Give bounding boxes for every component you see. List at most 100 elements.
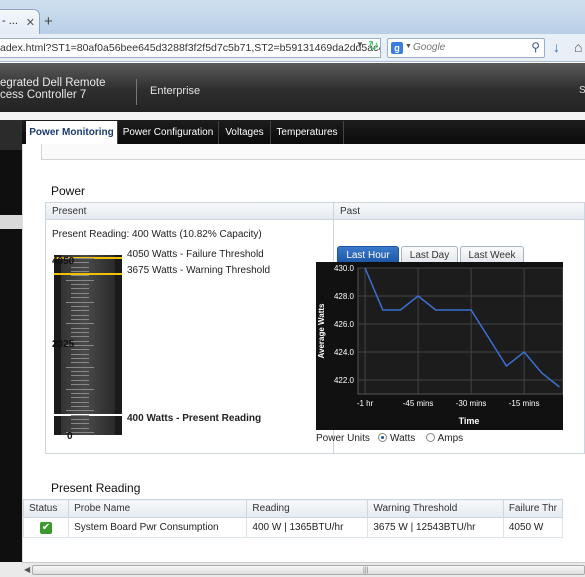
license-edition: Enterprise (150, 85, 201, 97)
gauge-tick (71, 423, 89, 425)
header-gap (0, 112, 585, 120)
brand-line-2: cess Controller 7 (0, 89, 87, 101)
section-title-present-reading: Present Reading (51, 481, 141, 495)
section-title-power: Power (51, 184, 86, 198)
chevron-down-icon[interactable]: ▼ (405, 43, 412, 50)
browser-tab-title: - ... (2, 15, 18, 27)
gauge-tick (71, 397, 89, 399)
browser-tab-bar: - ... ✕ + (0, 0, 585, 35)
address-bar[interactable]: adex.html?ST1=80af0a56bee645d3288f3f2f5d… (0, 38, 381, 58)
gauge-mid-label: 2025 (52, 339, 75, 350)
header-divider (136, 79, 137, 105)
tab-voltages[interactable]: Voltages (219, 121, 271, 144)
gauge-tick (71, 405, 89, 407)
radio-amps[interactable] (426, 433, 436, 442)
past-panel-header: Past (334, 203, 584, 220)
gauge-min-label: 0 (67, 431, 73, 442)
page-tabs: Power Monitoring Power Configuration Vol… (22, 120, 585, 144)
scroll-left-icon[interactable]: ◀ (24, 565, 30, 574)
gauge-max-label: 4050 (52, 256, 75, 267)
browser-tab[interactable]: - ... ✕ (0, 9, 40, 35)
power-units: Power Units Watts Amps (316, 433, 463, 444)
home-icon[interactable]: ⌂ (574, 39, 582, 55)
tab-last-hour[interactable]: Last Hour (337, 246, 399, 263)
chevron-down-icon[interactable]: ▼ (356, 40, 364, 49)
tab-power-monitoring[interactable]: Power Monitoring (26, 121, 118, 144)
gauge-tick (66, 279, 94, 281)
status-ok-icon: ✔ (40, 521, 53, 534)
x-tick-label: -1 hr (357, 399, 374, 408)
table-header-row: Status Probe Name Reading Warning Thresh… (22, 499, 564, 518)
column-header: Failure Thr (502, 499, 564, 518)
gauge-tick (71, 297, 89, 299)
grip-icon: ||| (363, 567, 369, 574)
warning-threshold-cell: 3675 W | 12543BTU/hr (367, 517, 504, 538)
x-tick-label: -30 mins (456, 399, 487, 408)
close-icon[interactable]: ✕ (26, 16, 35, 29)
radio-watts-label: Watts (390, 433, 416, 444)
tree-selected-item[interactable] (0, 215, 22, 229)
scrollbar-thumb[interactable]: ||| (32, 565, 585, 575)
scrollbar-corner (0, 562, 22, 577)
status-cell: ✔ (22, 517, 70, 538)
gauge-tick (66, 410, 94, 412)
y-tick-label: 426.0 (334, 320, 355, 329)
tab-temperatures[interactable]: Temperatures (271, 121, 344, 144)
header-right-text: S (579, 85, 585, 96)
x-axis-title: Time (459, 416, 480, 426)
warning-threshold-label: 3675 Watts - Warning Threshold (127, 265, 271, 276)
y-tick-label: 428.0 (334, 292, 355, 301)
chart-svg: 430.0 428.0 426.0 424.0 422.0 -1 hr -45 mins -3… (317, 264, 564, 426)
new-tab-button[interactable]: + (44, 13, 53, 30)
gauge-tick (71, 318, 89, 320)
probe-name-cell: System Board Pwr Consumption (68, 517, 248, 538)
content-top-bar (41, 144, 585, 160)
gauge-tick (71, 288, 89, 290)
browser-nav-bar: adex.html?ST1=80af0a56bee645d3288f3f2f5d… (0, 34, 585, 62)
app-header: egrated Dell Remote cess Controller 7 En… (0, 63, 585, 112)
column-header: Probe Name (68, 499, 248, 518)
column-header: Reading (246, 499, 369, 518)
tab-last-day[interactable]: Last Day (401, 246, 458, 263)
gauge-tick (66, 301, 94, 303)
tab-power-configuration[interactable]: Power Configuration (118, 121, 219, 144)
x-tick-label: -15 mins (509, 399, 540, 408)
gauge-tick (71, 375, 89, 377)
tree-header (0, 120, 22, 150)
y-axis-title: Average Watts (317, 303, 326, 359)
radio-watts[interactable] (378, 433, 388, 442)
gauge-tick (71, 284, 89, 286)
gauge-tick (71, 314, 89, 316)
search-icon[interactable]: ⚲ (531, 40, 540, 54)
x-tick-label: -45 mins (403, 399, 434, 408)
gauge-tick (71, 336, 89, 338)
plot-area (357, 267, 564, 395)
power-units-label: Power Units (316, 433, 370, 444)
present-panel-header: Present (46, 203, 333, 220)
table-row: ✔ System Board Pwr Consumption 400 W | 1… (22, 517, 564, 538)
gauge-tick (71, 414, 89, 416)
gauge-tick (71, 418, 89, 420)
screen: - ... ✕ + adex.html?ST1=80af0a56bee645d3… (0, 0, 585, 577)
y-tick-label: 430.0 (334, 264, 355, 273)
gauge-tick (66, 388, 94, 390)
gauge-tick (71, 353, 89, 355)
y-tick-label: 424.0 (334, 348, 355, 357)
horizontal-scrollbar[interactable]: ◀ ||| (22, 562, 585, 577)
gauge-tick (71, 327, 89, 329)
gauge-tick (66, 366, 94, 368)
reload-icon[interactable]: ↻ (368, 38, 379, 54)
download-icon[interactable]: ↓ (553, 39, 560, 55)
gauge-tick (71, 275, 89, 277)
gauge-tick (71, 379, 89, 381)
reading-cell: 400 W | 1365BTU/hr (246, 517, 369, 538)
column-header: Status (22, 499, 70, 518)
search-box[interactable]: g ▼ ⚲ (387, 38, 545, 58)
search-input[interactable] (413, 42, 523, 53)
column-header: Warning Threshold (367, 499, 504, 518)
google-icon[interactable]: g (391, 42, 403, 54)
tab-last-week[interactable]: Last Week (460, 246, 524, 263)
present-reading-table: Status Probe Name Reading Warning Thresh… (22, 499, 564, 538)
radio-amps-label: Amps (437, 433, 464, 444)
gauge-tick (71, 427, 89, 429)
